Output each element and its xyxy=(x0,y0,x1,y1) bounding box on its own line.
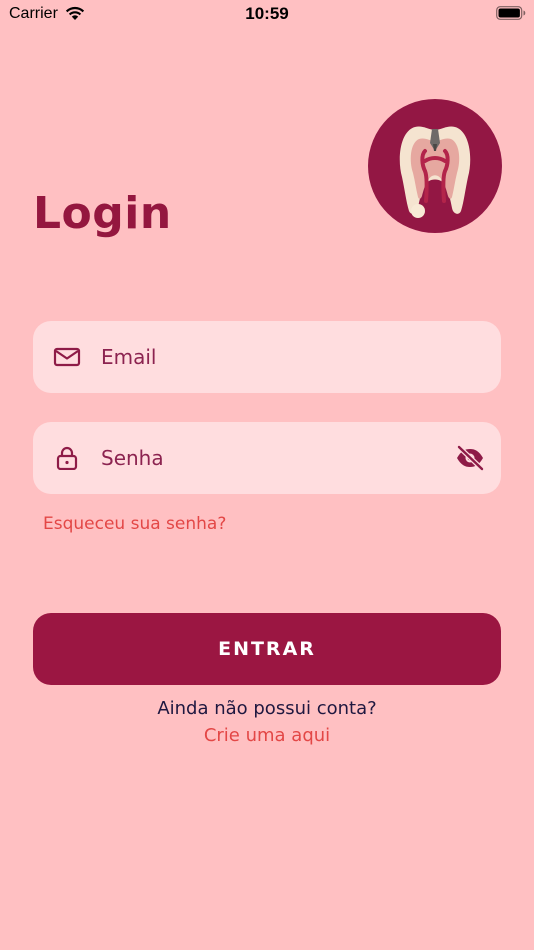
battery-icon xyxy=(496,6,526,20)
eye-off-icon[interactable] xyxy=(455,444,485,472)
lock-icon xyxy=(56,446,78,470)
forgot-password-link[interactable]: Esqueceu sua senha? xyxy=(43,514,226,534)
email-input[interactable] xyxy=(101,321,441,393)
login-button[interactable]: ENTRAR xyxy=(33,613,501,685)
page-title: Login xyxy=(33,188,172,239)
status-bar: Carrier 10:59 xyxy=(0,0,534,28)
signup-link[interactable]: Crie uma aqui xyxy=(0,725,534,746)
password-field[interactable] xyxy=(33,422,501,494)
tooth-icon xyxy=(399,126,471,218)
mail-icon xyxy=(53,347,81,367)
email-field[interactable] xyxy=(33,321,501,393)
app-logo xyxy=(368,99,502,233)
status-time: 10:59 xyxy=(245,4,289,23)
no-account-prompt: Ainda não possui conta? xyxy=(157,698,377,719)
password-input[interactable] xyxy=(101,422,441,494)
